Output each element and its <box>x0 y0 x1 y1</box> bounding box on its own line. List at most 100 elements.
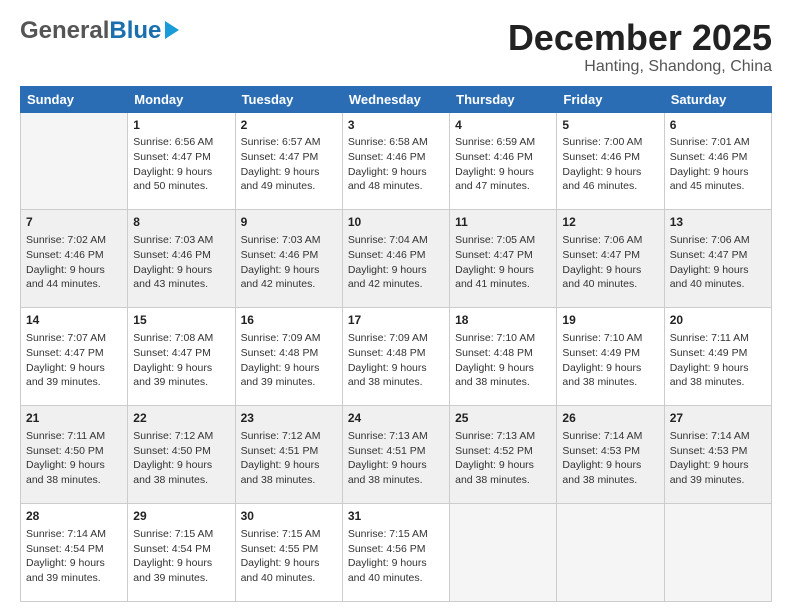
month-title: December 2025 <box>508 18 772 58</box>
logo-blue: Blue <box>109 17 161 44</box>
calendar-header-row: Sunday Monday Tuesday Wednesday Thursday… <box>21 86 772 112</box>
cell-info: and 47 minutes. <box>455 179 551 194</box>
cell-info: and 40 minutes. <box>562 277 658 292</box>
day-number: 30 <box>241 508 337 525</box>
cell-info: Sunrise: 7:14 AM <box>26 527 122 542</box>
cell-info: Sunrise: 6:58 AM <box>348 135 444 150</box>
cell-info: Daylight: 9 hours <box>133 263 229 278</box>
day-number: 12 <box>562 214 658 231</box>
table-row: 2Sunrise: 6:57 AMSunset: 4:47 PMDaylight… <box>235 112 342 210</box>
cell-info: Sunset: 4:48 PM <box>455 346 551 361</box>
day-number: 16 <box>241 312 337 329</box>
cell-info: Sunset: 4:49 PM <box>562 346 658 361</box>
col-header-thursday: Thursday <box>450 86 557 112</box>
cell-info: Sunrise: 7:08 AM <box>133 331 229 346</box>
cell-info: Daylight: 9 hours <box>133 361 229 376</box>
table-row: 21Sunrise: 7:11 AMSunset: 4:50 PMDayligh… <box>21 406 128 504</box>
cell-info: Sunset: 4:47 PM <box>133 346 229 361</box>
cell-info: and 43 minutes. <box>133 277 229 292</box>
table-row <box>664 504 771 602</box>
calendar-week-row: 7Sunrise: 7:02 AMSunset: 4:46 PMDaylight… <box>21 210 772 308</box>
col-header-tuesday: Tuesday <box>235 86 342 112</box>
table-row: 9Sunrise: 7:03 AMSunset: 4:46 PMDaylight… <box>235 210 342 308</box>
cell-info: and 39 minutes. <box>133 375 229 390</box>
cell-info: Sunrise: 7:04 AM <box>348 233 444 248</box>
cell-info: and 38 minutes. <box>133 473 229 488</box>
table-row: 11Sunrise: 7:05 AMSunset: 4:47 PMDayligh… <box>450 210 557 308</box>
cell-info: Daylight: 9 hours <box>455 361 551 376</box>
table-row: 24Sunrise: 7:13 AMSunset: 4:51 PMDayligh… <box>342 406 449 504</box>
table-row: 17Sunrise: 7:09 AMSunset: 4:48 PMDayligh… <box>342 308 449 406</box>
title-block: December 2025 Hanting, Shandong, China <box>508 18 772 76</box>
cell-info: Daylight: 9 hours <box>26 556 122 571</box>
day-number: 11 <box>455 214 551 231</box>
calendar-week-row: 1Sunrise: 6:56 AMSunset: 4:47 PMDaylight… <box>21 112 772 210</box>
table-row: 31Sunrise: 7:15 AMSunset: 4:56 PMDayligh… <box>342 504 449 602</box>
cell-info: Sunset: 4:47 PM <box>241 150 337 165</box>
cell-info: Daylight: 9 hours <box>348 556 444 571</box>
col-header-sunday: Sunday <box>21 86 128 112</box>
table-row: 26Sunrise: 7:14 AMSunset: 4:53 PMDayligh… <box>557 406 664 504</box>
day-number: 13 <box>670 214 766 231</box>
cell-info: Daylight: 9 hours <box>241 165 337 180</box>
day-number: 26 <box>562 410 658 427</box>
cell-info: Sunset: 4:49 PM <box>670 346 766 361</box>
cell-info: and 42 minutes. <box>241 277 337 292</box>
table-row: 12Sunrise: 7:06 AMSunset: 4:47 PMDayligh… <box>557 210 664 308</box>
header: GeneralBlue December 2025 Hanting, Shand… <box>20 18 772 76</box>
table-row: 19Sunrise: 7:10 AMSunset: 4:49 PMDayligh… <box>557 308 664 406</box>
table-row: 7Sunrise: 7:02 AMSunset: 4:46 PMDaylight… <box>21 210 128 308</box>
cell-info: and 49 minutes. <box>241 179 337 194</box>
cell-info: Sunrise: 7:13 AM <box>348 429 444 444</box>
day-number: 8 <box>133 214 229 231</box>
cell-info: Daylight: 9 hours <box>670 458 766 473</box>
cell-info: Sunrise: 6:59 AM <box>455 135 551 150</box>
location-title: Hanting, Shandong, China <box>508 58 772 76</box>
day-number: 19 <box>562 312 658 329</box>
day-number: 27 <box>670 410 766 427</box>
cell-info: Sunset: 4:48 PM <box>241 346 337 361</box>
cell-info: and 48 minutes. <box>348 179 444 194</box>
table-row: 10Sunrise: 7:04 AMSunset: 4:46 PMDayligh… <box>342 210 449 308</box>
day-number: 22 <box>133 410 229 427</box>
day-number: 17 <box>348 312 444 329</box>
day-number: 15 <box>133 312 229 329</box>
cell-info: Daylight: 9 hours <box>562 165 658 180</box>
cell-info: Daylight: 9 hours <box>348 361 444 376</box>
cell-info: and 38 minutes. <box>562 375 658 390</box>
cell-info: Sunrise: 7:06 AM <box>670 233 766 248</box>
cell-info: Sunrise: 6:57 AM <box>241 135 337 150</box>
cell-info: Daylight: 9 hours <box>241 556 337 571</box>
cell-info: and 38 minutes. <box>455 375 551 390</box>
cell-info: Sunset: 4:46 PM <box>26 248 122 263</box>
cell-info: Sunrise: 7:09 AM <box>348 331 444 346</box>
cell-info: Sunset: 4:47 PM <box>455 248 551 263</box>
day-number: 7 <box>26 214 122 231</box>
table-row: 20Sunrise: 7:11 AMSunset: 4:49 PMDayligh… <box>664 308 771 406</box>
cell-info: Sunset: 4:47 PM <box>670 248 766 263</box>
cell-info: Daylight: 9 hours <box>348 165 444 180</box>
cell-info: and 44 minutes. <box>26 277 122 292</box>
col-header-friday: Friday <box>557 86 664 112</box>
cell-info: Daylight: 9 hours <box>455 263 551 278</box>
cell-info: Daylight: 9 hours <box>455 165 551 180</box>
cell-info: Sunrise: 7:15 AM <box>133 527 229 542</box>
col-header-saturday: Saturday <box>664 86 771 112</box>
cell-info: Daylight: 9 hours <box>241 458 337 473</box>
page: GeneralBlue December 2025 Hanting, Shand… <box>0 0 792 612</box>
cell-info: Daylight: 9 hours <box>133 458 229 473</box>
table-row: 1Sunrise: 6:56 AMSunset: 4:47 PMDaylight… <box>128 112 235 210</box>
cell-info: Daylight: 9 hours <box>26 458 122 473</box>
table-row: 3Sunrise: 6:58 AMSunset: 4:46 PMDaylight… <box>342 112 449 210</box>
logo: GeneralBlue <box>20 18 179 44</box>
cell-info: Sunset: 4:50 PM <box>26 444 122 459</box>
cell-info: Sunset: 4:47 PM <box>562 248 658 263</box>
cell-info: Sunset: 4:55 PM <box>241 542 337 557</box>
cell-info: Sunrise: 7:06 AM <box>562 233 658 248</box>
cell-info: Sunrise: 7:12 AM <box>241 429 337 444</box>
cell-info: Sunrise: 7:14 AM <box>670 429 766 444</box>
cell-info: Sunset: 4:56 PM <box>348 542 444 557</box>
cell-info: and 40 minutes. <box>670 277 766 292</box>
logo-arrow-icon <box>165 21 179 39</box>
cell-info: Daylight: 9 hours <box>26 263 122 278</box>
